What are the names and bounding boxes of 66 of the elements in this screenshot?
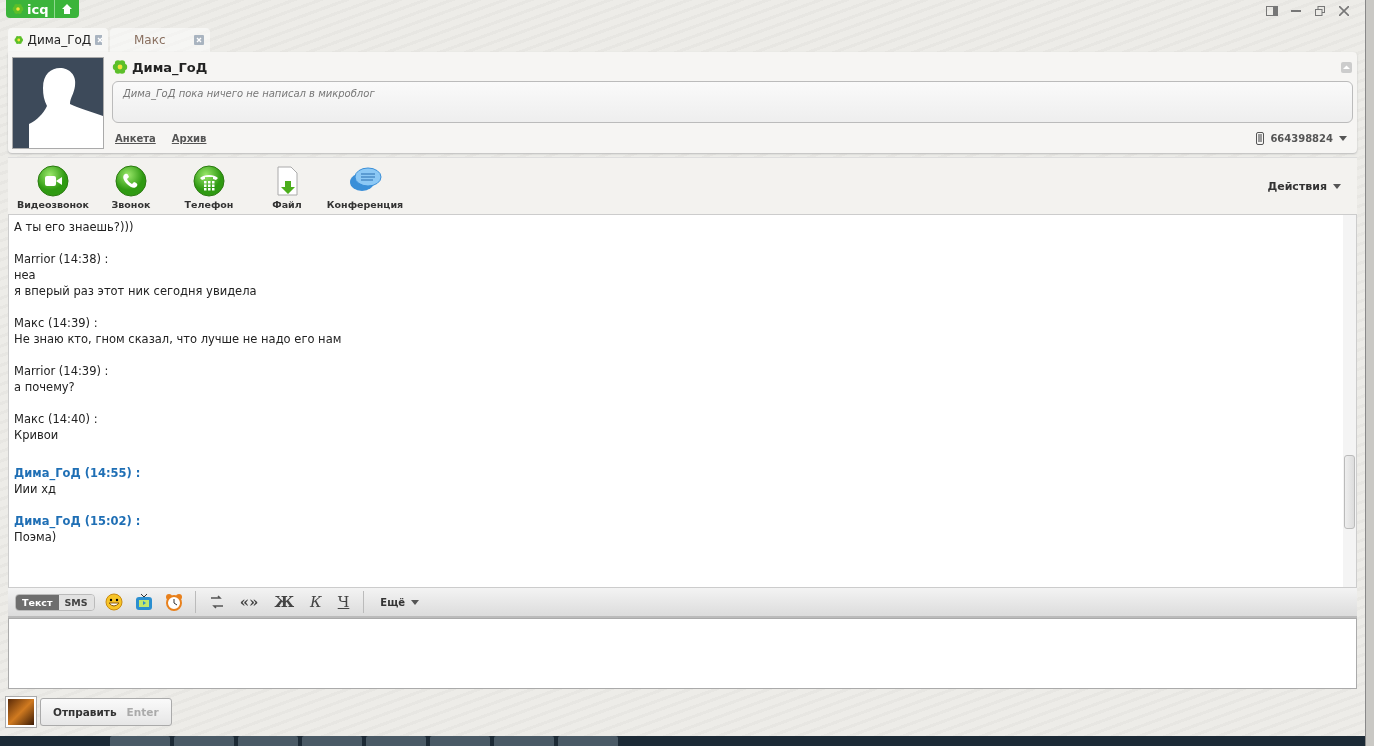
scrollbar-thumb[interactable] <box>1344 455 1355 529</box>
format-button[interactable]: Ч <box>333 593 354 611</box>
phone-number-dropdown[interactable]: 664398824 <box>1250 131 1353 146</box>
tv-icon <box>134 593 153 611</box>
message-text: я вперый раз этот ник сегодня увидела <box>14 283 258 299</box>
flower-icon <box>12 3 24 15</box>
message-sender: Marrior (14:38) : <box>14 251 110 267</box>
sidebar-toggle-button[interactable] <box>1265 4 1279 18</box>
phone-handset-icon <box>115 165 147 197</box>
action-button[interactable]: Конференция <box>326 165 404 210</box>
caret-icon <box>1339 136 1347 141</box>
collapse-icon <box>1340 61 1352 73</box>
message-sender: Макс (14:40) : <box>14 411 99 427</box>
format-button[interactable]: К <box>306 593 326 611</box>
swap-arrows-icon <box>208 594 225 610</box>
close-icon <box>95 35 102 45</box>
mode-toggle[interactable]: SMS <box>58 594 94 610</box>
message-text: Кривои <box>14 427 60 443</box>
message-text: А ты его знаешь?))) <box>14 219 135 235</box>
flower-icon <box>14 33 24 47</box>
home-icon <box>61 3 74 15</box>
smiley-icon <box>104 593 123 611</box>
minimize-icon <box>1291 9 1301 13</box>
alarm-clock-icon <box>164 593 183 611</box>
action-button[interactable]: Телефон <box>170 165 248 210</box>
message-text: Не знаю кто, гном сказал, что лучше не надо его нам <box>14 331 343 347</box>
scrollbar[interactable] <box>1343 215 1356 587</box>
caret-icon <box>1333 184 1341 189</box>
close-icon <box>194 35 204 45</box>
more-menu-button[interactable]: Ещё <box>374 595 425 609</box>
contact-name: Дима_ГоД <box>132 59 208 75</box>
caret-icon <box>411 599 419 605</box>
profile-link[interactable]: Анкета <box>115 133 156 144</box>
collapse-button[interactable] <box>1339 60 1353 74</box>
message-text: Поэма) <box>14 529 58 545</box>
send-button[interactable]: Отправить Enter <box>40 698 172 726</box>
message-sender: Дима_ГоД (14:55) : <box>14 465 142 481</box>
action-button[interactable]: Видеозвонок <box>14 165 92 210</box>
format-button[interactable]: «» <box>235 593 263 611</box>
video-camera-icon <box>37 165 69 197</box>
chat-tab[interactable]: Макс <box>110 28 210 52</box>
profile-link[interactable]: Архив <box>171 133 207 144</box>
restore-button[interactable] <box>1313 4 1327 18</box>
format-button[interactable]: Ж <box>270 593 299 611</box>
panel-icon <box>1266 6 1278 16</box>
message-text: неа <box>14 267 37 283</box>
chat-tab[interactable]: Дима_ГоД <box>8 28 108 52</box>
message-sender: Дима_ГоД (15:02) : <box>14 513 142 529</box>
actions-menu-button[interactable]: Действия <box>1261 179 1347 194</box>
close-icon <box>1339 6 1349 16</box>
restore-icon <box>1315 6 1325 16</box>
action-button[interactable]: Звонок <box>92 165 170 210</box>
smiley-button[interactable] <box>102 591 125 613</box>
message-sender: Макс (14:39) : <box>14 315 99 331</box>
telephone-icon <box>193 165 225 197</box>
message-text: а почему? <box>14 379 76 395</box>
action-button[interactable]: Файл <box>248 165 326 210</box>
mode-toggle[interactable]: Текст <box>16 594 59 610</box>
message-input[interactable] <box>8 618 1357 689</box>
microblog-status: Дима_ГоД пока ничего не написал в микроблог <box>112 81 1353 123</box>
message-sender: Marrior (14:39) : <box>14 363 110 379</box>
mobile-phone-icon <box>1256 132 1265 145</box>
close-button[interactable] <box>1337 4 1351 18</box>
flower-icon <box>112 59 128 75</box>
user-picture[interactable] <box>6 697 36 727</box>
message-text: Иии хд <box>14 481 57 497</box>
